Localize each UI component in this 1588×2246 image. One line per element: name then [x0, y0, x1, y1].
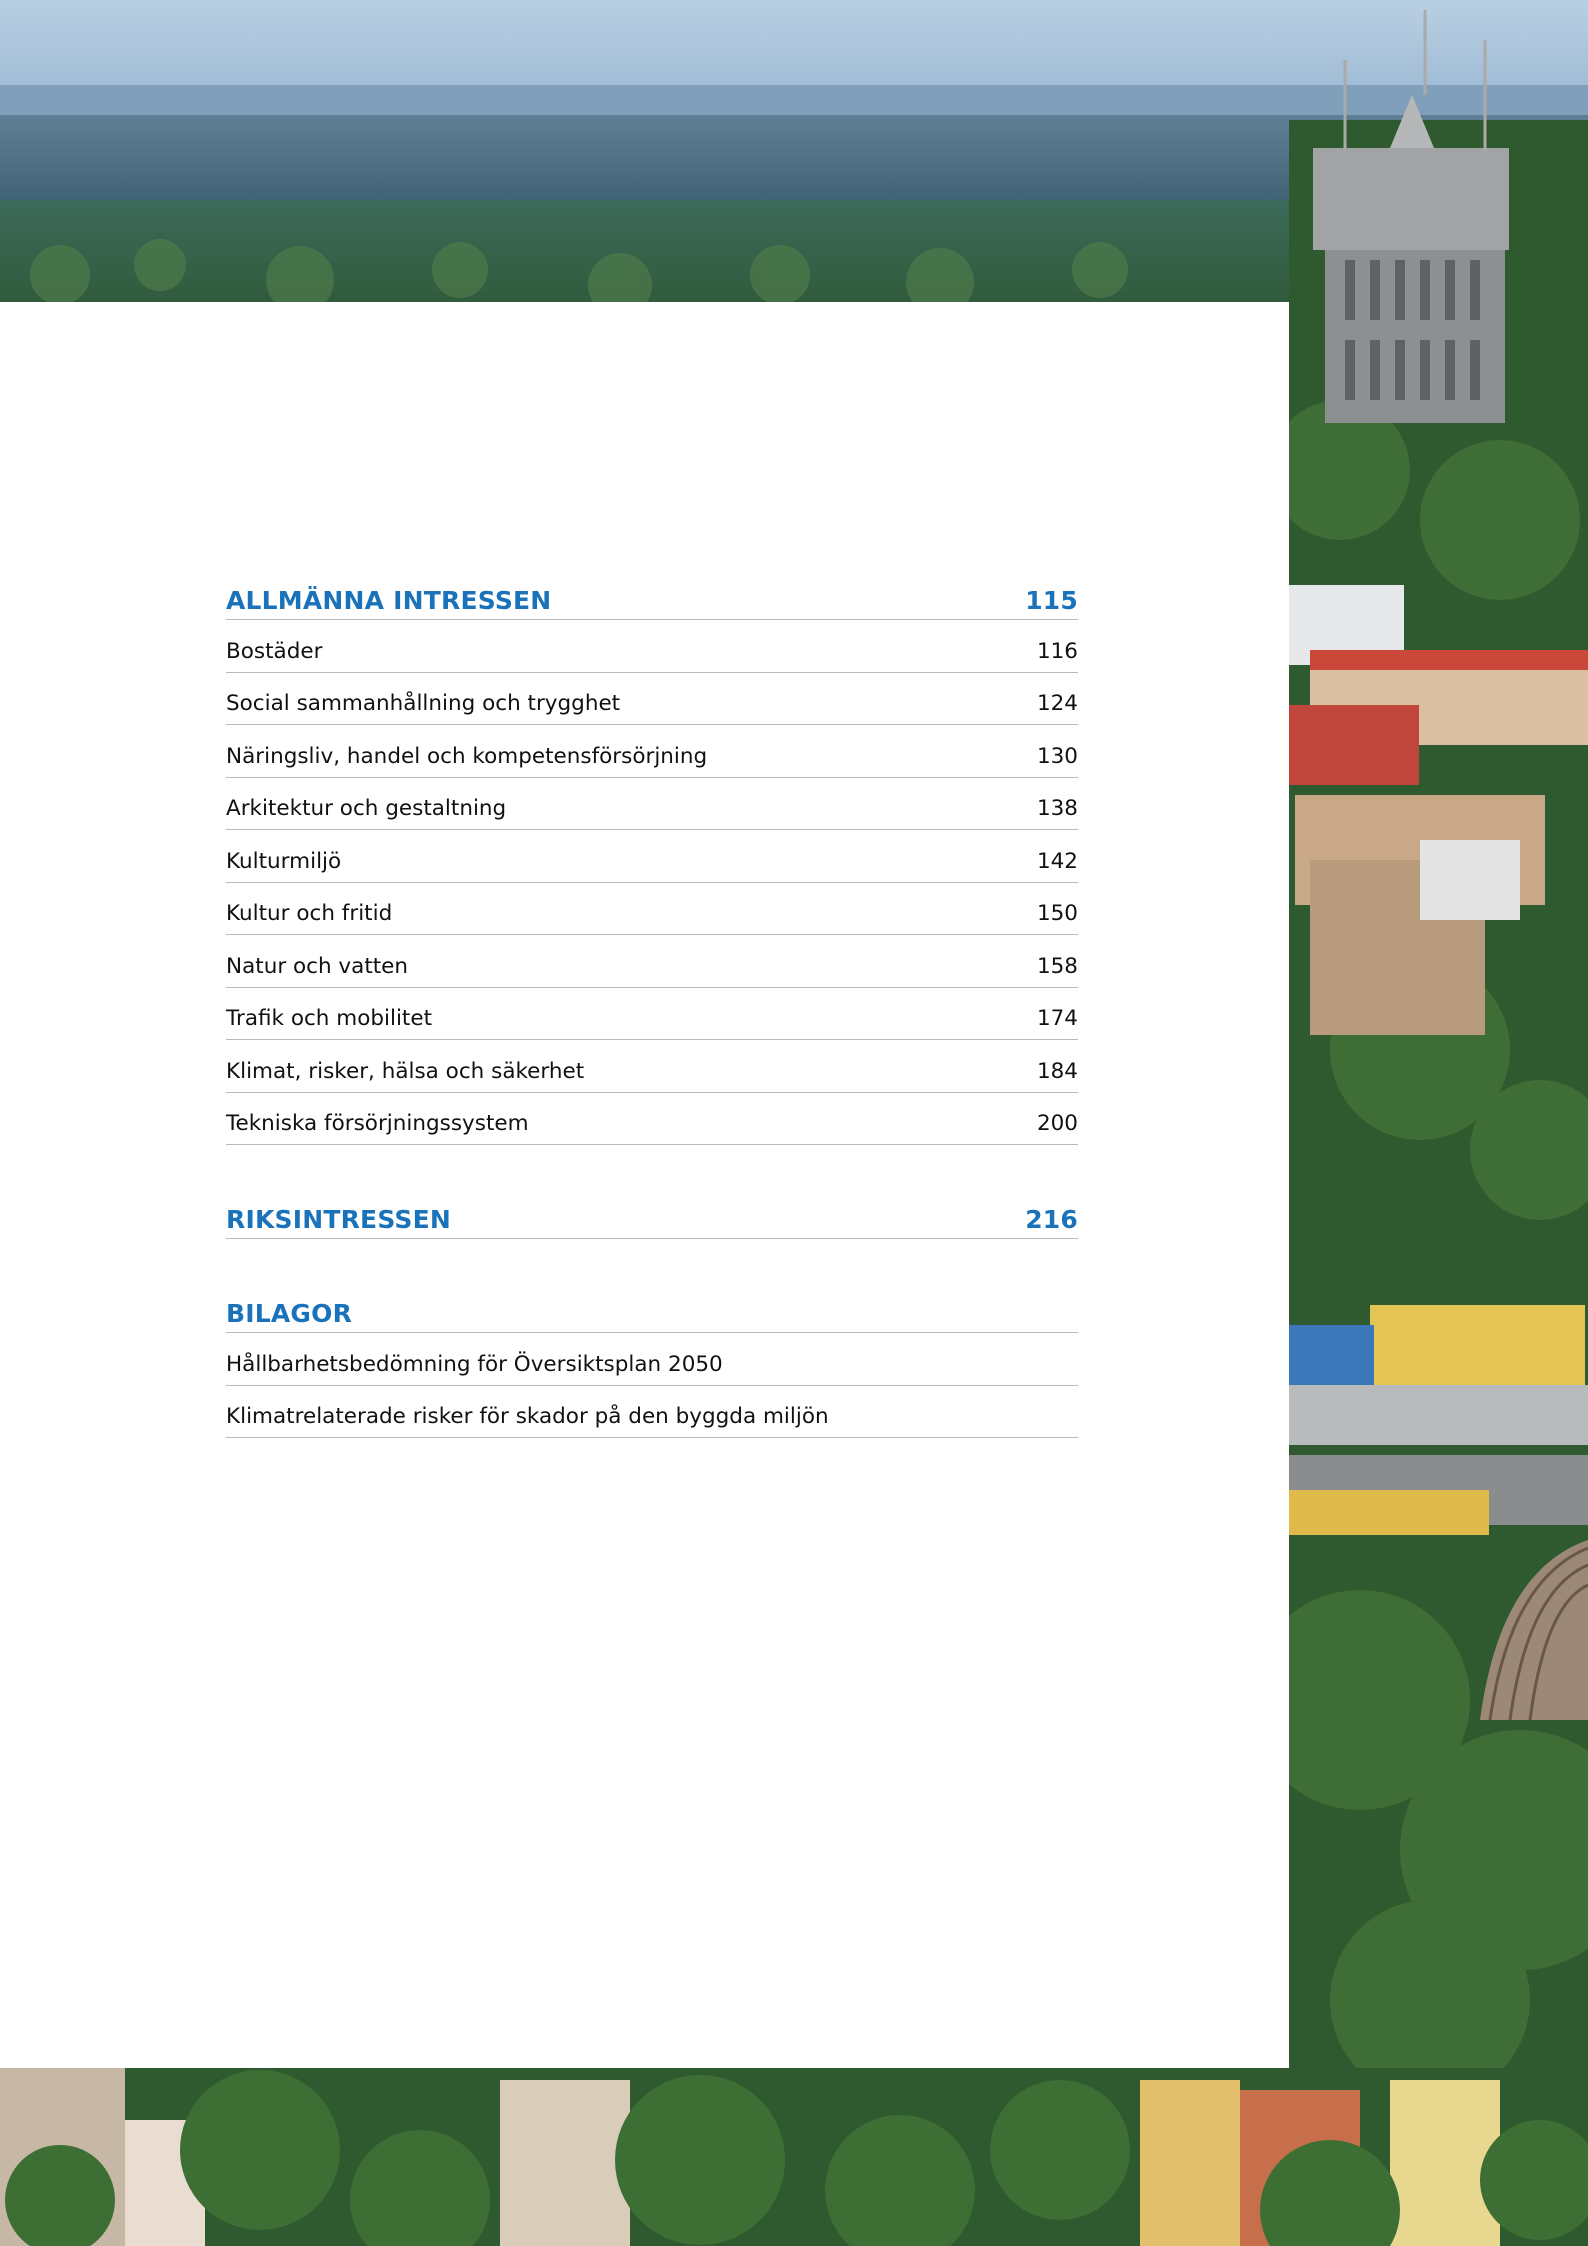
entry-page: 200 [1036, 1111, 1078, 1136]
entry-label: Trafik och mobilitet [226, 1006, 433, 1031]
toc-entry[interactable]: Klimat, risker, hälsa och säkerhet 184 [226, 1040, 1078, 1093]
entry-page: 150 [1036, 901, 1078, 926]
entry-label: Kulturmiljö [226, 848, 342, 874]
entry-page: 130 [1036, 743, 1078, 769]
entry-label: Kultur och fritid [226, 901, 393, 926]
toc-entry[interactable]: Näringsliv, handel och kompetensförsörjn… [226, 725, 1078, 778]
table-of-contents: ALLMÄNNA INTRESSEN 115 Bostäder 116 Soci… [226, 560, 1078, 1438]
toc-section-heading[interactable]: BILAGOR [226, 1273, 1078, 1333]
entry-page: 124 [1036, 691, 1078, 716]
toc-entry[interactable]: Social sammanhållning och trygghet 124 [226, 673, 1078, 725]
toc-entry[interactable]: Tekniska försörjningssystem 200 [226, 1093, 1078, 1145]
toc-entry[interactable]: Arkitektur och gestaltning 138 [226, 778, 1078, 830]
toc-section-heading[interactable]: RIKSINTRESSEN 216 [226, 1179, 1078, 1239]
entry-label: Klimatrelaterade risker för skador på de… [226, 1404, 829, 1429]
entry-label: Social sammanhållning och trygghet [226, 691, 621, 716]
entry-page: 184 [1036, 1058, 1078, 1084]
entry-label: Tekniska försörjningssystem [226, 1111, 529, 1136]
section-page: 216 [1025, 1205, 1078, 1234]
entry-page: 142 [1036, 848, 1078, 874]
toc-entry[interactable]: Kulturmiljö 142 [226, 830, 1078, 883]
section-title: BILAGOR [226, 1299, 353, 1328]
section-page: 115 [1025, 586, 1078, 615]
entry-label: Bostäder [226, 638, 323, 664]
toc-entry[interactable]: Trafik och mobilitet 174 [226, 988, 1078, 1040]
entry-page: 116 [1036, 638, 1078, 664]
section-title: RIKSINTRESSEN [226, 1205, 452, 1234]
toc-section-heading[interactable]: ALLMÄNNA INTRESSEN 115 [226, 560, 1078, 620]
entry-page: 174 [1036, 1006, 1078, 1031]
entry-label: Klimat, risker, hälsa och säkerhet [226, 1058, 585, 1084]
entry-label: Arkitektur och gestaltning [226, 796, 507, 821]
toc-entry[interactable]: Bostäder 116 [226, 620, 1078, 673]
entry-label: Hållbarhetsbedömning för Översiktsplan 2… [226, 1351, 723, 1377]
toc-entry[interactable]: Natur och vatten 158 [226, 935, 1078, 988]
section-title: ALLMÄNNA INTRESSEN [226, 586, 552, 615]
toc-entry[interactable]: Hållbarhetsbedömning för Översiktsplan 2… [226, 1333, 1078, 1386]
entry-page: 158 [1036, 953, 1078, 979]
toc-entry[interactable]: Klimatrelaterade risker för skador på de… [226, 1386, 1078, 1438]
toc-entry[interactable]: Kultur och fritid 150 [226, 883, 1078, 935]
entry-page: 138 [1036, 796, 1078, 821]
entry-label: Näringsliv, handel och kompetensförsörjn… [226, 743, 708, 769]
entry-label: Natur och vatten [226, 953, 409, 979]
